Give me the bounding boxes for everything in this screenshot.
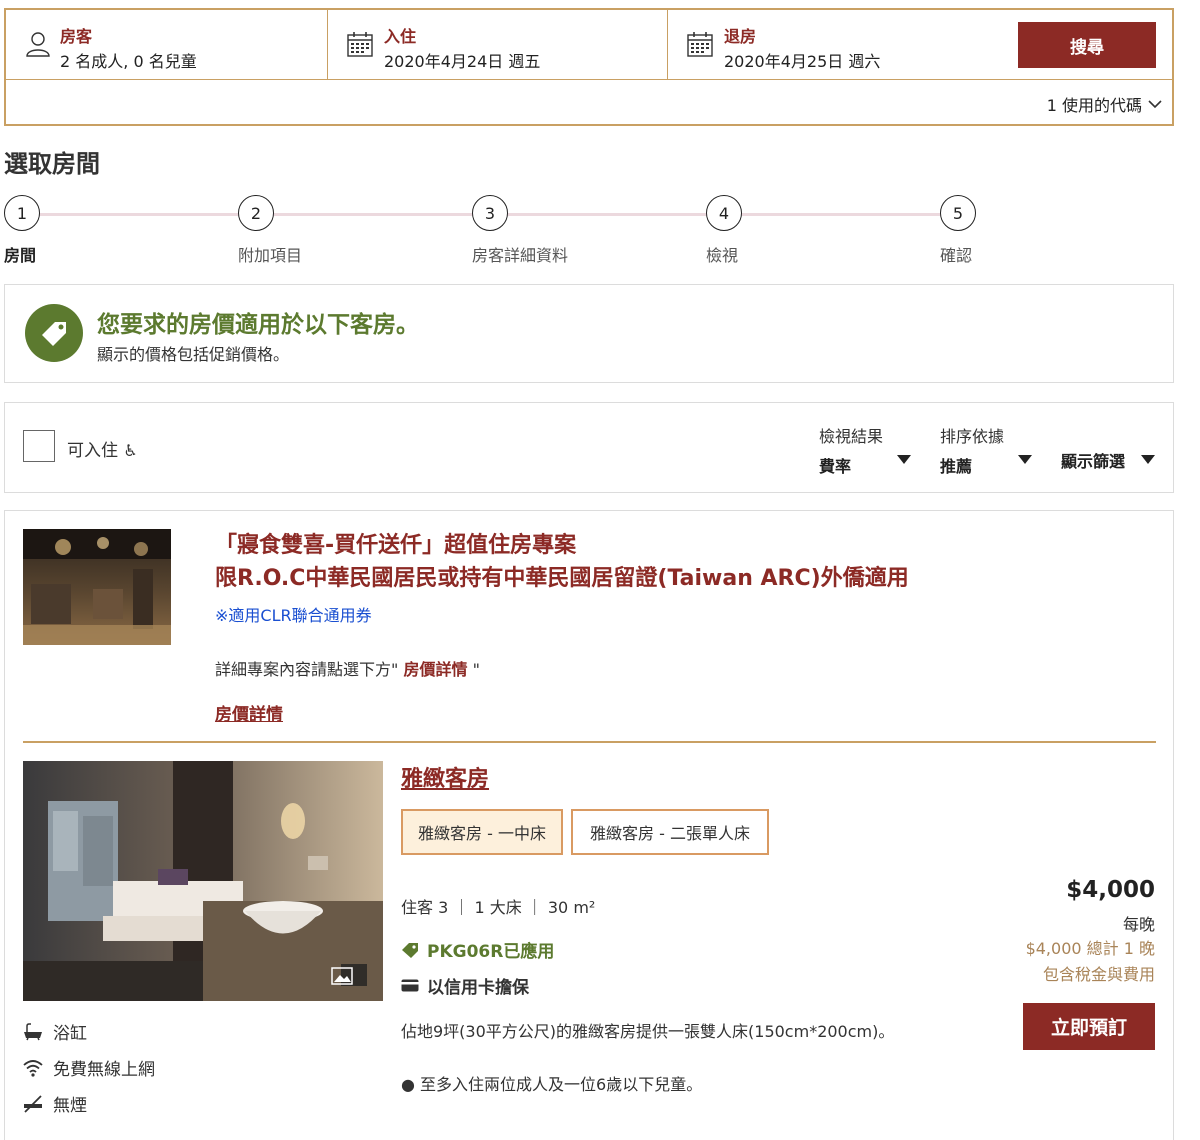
occupancy-note: ● 至多入住兩位成人及一位6歲以下兒童。 xyxy=(401,1075,703,1094)
amenity-item: 免費無線上網 xyxy=(23,1055,155,1080)
guests-label: 房客 xyxy=(60,27,93,46)
amenity-label: 無煙 xyxy=(53,1096,87,1116)
room-photo[interactable] xyxy=(23,761,383,1001)
amenity-label: 免費無線上網 xyxy=(53,1060,155,1080)
tag-icon xyxy=(25,304,83,362)
package-applied: PKG06R已應用 xyxy=(401,937,554,962)
page-title: 選取房間 xyxy=(4,150,100,178)
sort-select[interactable]: 排序依據 推薦 xyxy=(940,423,1004,477)
room-price: $4,000 xyxy=(1066,877,1155,903)
price-total: $4,000 總計 1 晚 xyxy=(1025,939,1155,958)
promo-code-label: 1 使用的代碼 xyxy=(1046,96,1142,115)
checkout-value: 2020年4月25日 週六 xyxy=(724,52,881,71)
wheelchair-icon: ♿︎ xyxy=(123,441,138,460)
accessible-text: 可入住 xyxy=(67,441,118,461)
amenity-item: 浴缸 xyxy=(23,1019,87,1044)
view-results-value: 費率 xyxy=(819,457,852,476)
per-night-label: 每晚 xyxy=(1122,915,1155,934)
room-card: 「寢食雙喜-買仟送仟」超值住房專案 限R.O.C中華民國居民或持有中華民國居留證… xyxy=(4,510,1174,1140)
step-3-circle: 3 xyxy=(472,195,508,231)
step-1-circle: 1 xyxy=(4,195,40,231)
caret-down-icon[interactable] xyxy=(1018,455,1032,464)
checkin-field[interactable]: 入住 2020年4月24日 週五 xyxy=(328,10,668,80)
bathtub-icon xyxy=(24,1022,42,1040)
package-title-line2: 限R.O.C中華民國居民或持有中華民國居留證(Taiwan ARC)外僑適用 xyxy=(215,566,909,591)
view-results-label: 檢視結果 xyxy=(819,427,884,446)
checkin-value: 2020年4月24日 週五 xyxy=(384,52,541,71)
detail-prefix: 詳細專案內容請點選下方" xyxy=(215,660,399,679)
caret-down-icon[interactable] xyxy=(1141,455,1155,464)
guests-field[interactable]: 房客 2 名成人, 0 名兒童 xyxy=(6,10,328,80)
room-name[interactable]: 雅緻客房 xyxy=(401,761,489,793)
package-title: 「寢食雙喜-買仟送仟」超值住房專案 限R.O.C中華民國居民或持有中華民國居留證… xyxy=(215,529,909,595)
checkin-label: 入住 xyxy=(384,27,417,46)
step-2-label: 附加項目 xyxy=(238,246,303,265)
notice-subtitle: 顯示的價格包括促銷價格。 xyxy=(97,345,290,364)
promo-code-toggle[interactable]: 1 使用的代碼 xyxy=(1047,92,1162,116)
sort-label: 排序依據 xyxy=(940,427,1005,446)
calendar-icon xyxy=(347,32,373,57)
wifi-icon xyxy=(23,1059,43,1077)
search-bar: 房客 2 名成人, 0 名兒童 入住 2020年4月24日 週五 退房 2020… xyxy=(4,8,1174,126)
room-meta: 住客 3 ｜ 1 大床 ｜ 30 m² xyxy=(401,898,596,917)
step-3-label: 房客詳細資料 xyxy=(472,246,569,265)
accessible-label: 可入住 ♿︎ xyxy=(67,436,138,461)
notice-title: 您要求的房價適用於以下客房。 xyxy=(97,312,419,338)
step-4-label: 檢視 xyxy=(706,246,739,265)
step-5-label: 確認 xyxy=(940,246,973,265)
search-button[interactable]: 搜尋 xyxy=(1018,22,1156,68)
caret-down-icon[interactable] xyxy=(897,455,911,464)
guarantee-text: 以信用卡擔保 xyxy=(427,978,529,998)
amenity-item: 無煙 xyxy=(23,1091,87,1116)
step-1-label: 房間 xyxy=(4,246,37,265)
guarantee-note: 以信用卡擔保 xyxy=(401,973,529,998)
tax-note: 包含稅金與費用 xyxy=(1042,965,1155,984)
search-row: 房客 2 名成人, 0 名兒童 入住 2020年4月24日 週五 退房 2020… xyxy=(6,10,1172,80)
detail-rate-link: 房價詳情 xyxy=(403,660,468,679)
no-smoking-icon xyxy=(24,1094,42,1113)
person-icon xyxy=(26,32,50,57)
step-4-circle: 4 xyxy=(706,195,742,231)
step-2-circle: 2 xyxy=(238,195,274,231)
bed-type-option[interactable]: 雅緻客房 - 二張單人床 xyxy=(571,809,769,855)
book-now-button[interactable]: 立即預訂 xyxy=(1023,1003,1155,1050)
checkout-field[interactable]: 退房 2020年4月25日 週六 xyxy=(668,10,1008,80)
credit-card-icon xyxy=(401,979,419,992)
amenity-label: 浴缸 xyxy=(53,1024,87,1044)
step-5-circle: 5 xyxy=(940,195,976,231)
bed-type-option-selected[interactable]: 雅緻客房 - 一中床 xyxy=(401,809,563,855)
package-photo[interactable] xyxy=(23,529,171,645)
package-detail-text: 詳細專案內容請點選下方" 房價詳情 " xyxy=(215,656,480,680)
view-results-select[interactable]: 檢視結果 費率 xyxy=(819,423,883,477)
sort-value: 推薦 xyxy=(940,457,973,476)
rate-details-link[interactable]: 房價詳情 xyxy=(215,700,283,725)
clr-voucher-note: ※適用CLR聯合通用券 xyxy=(215,606,372,625)
accessible-checkbox[interactable] xyxy=(23,430,55,462)
filter-bar: 可入住 ♿︎ 檢視結果 費率 排序依據 推薦 顯示篩選 xyxy=(4,402,1174,493)
package-applied-text: PKG06R已應用 xyxy=(427,942,555,962)
detail-suffix: " xyxy=(472,660,480,679)
guests-value: 2 名成人, 0 名兒童 xyxy=(60,52,197,71)
show-filters-button[interactable]: 顯示篩選 xyxy=(1061,448,1125,472)
checkout-label: 退房 xyxy=(724,27,757,46)
chevron-down-icon xyxy=(1148,100,1162,109)
tag-icon xyxy=(402,942,418,958)
package-title-line1: 「寢食雙喜-買仟送仟」超值住房專案 xyxy=(215,533,577,558)
rate-notice: 您要求的房價適用於以下客房。 顯示的價格包括促銷價格。 xyxy=(4,284,1174,383)
room-description: 佔地9坪(30平方公尺)的雅緻客房提供一張雙人床(150cm*200cm)。 xyxy=(401,1022,895,1041)
calendar-icon xyxy=(687,32,713,57)
gallery-icon[interactable] xyxy=(331,967,353,985)
divider xyxy=(23,741,1156,743)
